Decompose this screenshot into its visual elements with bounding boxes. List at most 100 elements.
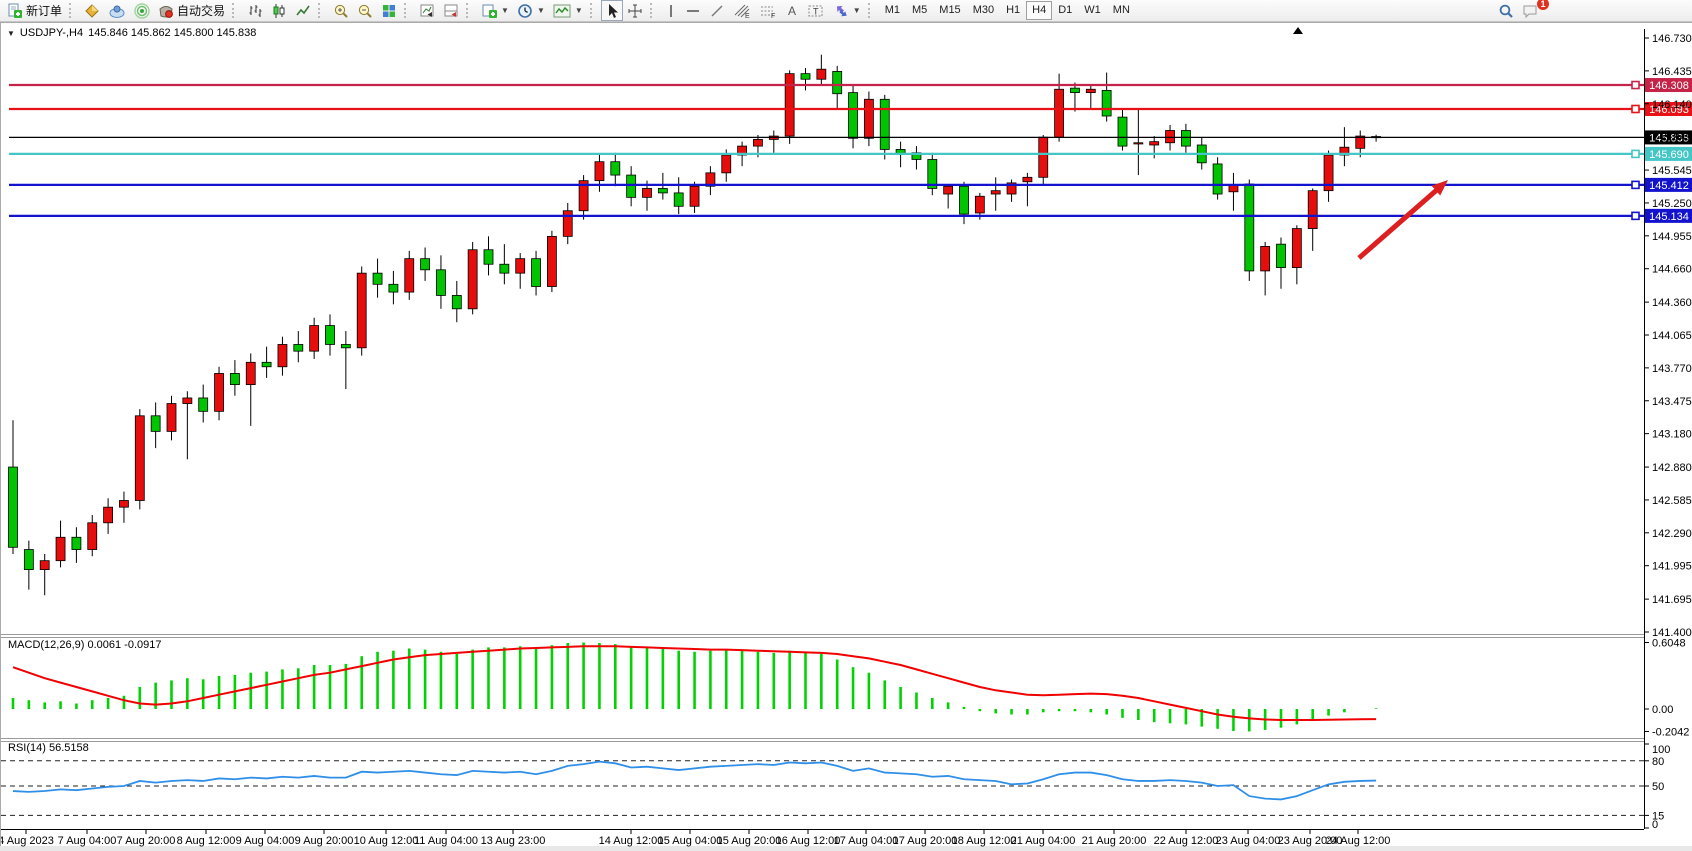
- price-badge-label: 145.690: [1649, 149, 1689, 161]
- cursor-button[interactable]: [601, 0, 623, 21]
- rsi-indicator-label: RSI(14) 56.5158: [8, 742, 89, 754]
- candle-body: [88, 523, 97, 550]
- candle-body: [1213, 164, 1222, 194]
- line-handle[interactable]: [1632, 150, 1639, 157]
- gold-box-button[interactable]: [80, 0, 104, 21]
- rsi-layer: 1008050150: [1, 744, 1670, 831]
- toolbar-grip: [868, 3, 876, 18]
- shapes-button[interactable]: ▼: [829, 0, 865, 21]
- main-chart-canvas[interactable]: 146.308146.093145.838145.690145.412145.1…: [1, 23, 1692, 847]
- candle-body: [658, 188, 667, 192]
- candle-body: [991, 191, 1000, 194]
- trend-arrow-shaft[interactable]: [1359, 188, 1439, 258]
- zoom-in-icon: [333, 3, 349, 19]
- tab-timeframe-d1[interactable]: D1: [1052, 1, 1078, 20]
- date-axis-label: 22 Aug 12:00: [1154, 835, 1219, 847]
- vertical-line-button[interactable]: [661, 0, 681, 21]
- macd-axis-label: 0.00: [1652, 704, 1673, 716]
- new-order-label: 新订单: [26, 2, 62, 19]
- indicators-button[interactable]: [415, 0, 439, 21]
- bar-chart-button[interactable]: [243, 0, 267, 21]
- candle-body: [960, 186, 969, 214]
- date-axis-label: 13 Aug 23:00: [481, 835, 546, 847]
- candle-body: [722, 155, 731, 173]
- template-button[interactable]: ▼: [549, 0, 587, 21]
- line-handle[interactable]: [1632, 212, 1639, 219]
- channel-button[interactable]: F: [755, 0, 781, 21]
- candle-body: [199, 398, 208, 411]
- trendline-button[interactable]: [705, 0, 729, 21]
- clock-button[interactable]: ▼: [513, 0, 549, 21]
- date-axis-label: 7 Aug 04:00: [58, 835, 117, 847]
- date-axis-label: 16 Aug 12:00: [776, 835, 841, 847]
- cloud-user-icon: [108, 3, 126, 19]
- date-axis-label: 11 Aug 04:00: [414, 835, 478, 847]
- candle-body: [278, 344, 287, 366]
- bar-chart-icon: [247, 3, 263, 19]
- price-badge-label: 146.308: [1649, 80, 1689, 92]
- signal-button[interactable]: [130, 0, 154, 21]
- fibonacci-icon: E: [733, 3, 751, 19]
- candle-body: [674, 193, 683, 206]
- candle-body: [262, 362, 271, 366]
- tab-timeframe-m5[interactable]: M5: [906, 1, 933, 20]
- gold-box-icon: [84, 3, 100, 19]
- line-handle[interactable]: [1632, 105, 1639, 112]
- price-tick-label: 144.955: [1652, 231, 1692, 243]
- zoom-in-button[interactable]: [329, 0, 353, 21]
- line-handle[interactable]: [1632, 82, 1639, 89]
- fibonacci-button[interactable]: E: [729, 0, 755, 21]
- tab-timeframe-h4[interactable]: H4: [1026, 1, 1052, 20]
- horizontal-line-button[interactable]: [681, 0, 705, 21]
- line-chart-button[interactable]: [291, 0, 315, 21]
- toolbar-grip: [650, 3, 658, 18]
- tab-timeframe-m15[interactable]: M15: [933, 1, 966, 20]
- candle-body: [1181, 130, 1190, 146]
- chevron-down-icon: ▼: [575, 6, 583, 15]
- timeframe-bar: M1M5M15M30H1H4D1W1MN: [879, 1, 1136, 20]
- trendline-icon: [709, 3, 725, 19]
- horizontal-line-icon: [685, 3, 701, 19]
- date-axis-label: 9 Aug 04:00: [236, 835, 295, 847]
- zoom-out-button[interactable]: [353, 0, 377, 21]
- text-button[interactable]: A: [781, 0, 803, 21]
- cloud-user-button[interactable]: [104, 0, 130, 21]
- axis-layer: 146.730146.435146.140145.845145.545145.2…: [1, 27, 1692, 847]
- tab-timeframe-h1[interactable]: H1: [1000, 1, 1026, 20]
- price-tick-label: 144.065: [1652, 330, 1692, 342]
- price-tick-label: 143.180: [1652, 429, 1692, 441]
- price-badge-label: 145.412: [1649, 180, 1689, 192]
- new-order-button[interactable]: 新订单: [3, 0, 66, 21]
- new-chart-button[interactable]: ▼: [477, 0, 513, 21]
- rsi-axis-label: 80: [1652, 756, 1664, 768]
- macd-indicator-label: MACD(12,26,9) 0.0061 -0.0917: [8, 639, 162, 651]
- candle-body: [56, 537, 65, 560]
- price-tick-label: 143.475: [1652, 396, 1692, 408]
- line-handle[interactable]: [1632, 181, 1639, 188]
- candle-body: [516, 259, 525, 273]
- collapse-triangle-icon[interactable]: ▼: [7, 29, 15, 38]
- price-badge-label: 145.134: [1649, 211, 1689, 223]
- candle-body: [833, 71, 842, 93]
- tile-windows-button[interactable]: [377, 0, 401, 21]
- date-axis-label: 24 Aug 12:00: [1326, 835, 1391, 847]
- price-tick-label: 144.660: [1652, 264, 1692, 276]
- candle-body: [484, 250, 493, 264]
- tab-timeframe-m1[interactable]: M1: [879, 1, 906, 20]
- label-button[interactable]: T: [803, 0, 829, 21]
- tab-timeframe-mn[interactable]: MN: [1107, 1, 1136, 20]
- candle-body: [167, 404, 176, 432]
- chat-button[interactable]: 1: [1518, 0, 1543, 21]
- shapes-icon: [833, 3, 849, 19]
- price-tick-label: 146.140: [1652, 99, 1692, 111]
- macd-axis-label: -0.2042: [1652, 726, 1689, 738]
- candle-body: [246, 362, 255, 384]
- indicator-window-button[interactable]: [439, 0, 463, 21]
- candle-body: [326, 326, 335, 345]
- crosshair-button[interactable]: [623, 0, 647, 21]
- candlestick-chart-button[interactable]: [267, 0, 291, 21]
- tab-timeframe-w1[interactable]: W1: [1078, 1, 1107, 20]
- search-button[interactable]: [1494, 0, 1518, 21]
- tab-timeframe-m30[interactable]: M30: [967, 1, 1000, 20]
- auto-trading-button[interactable]: 自动交易: [154, 0, 229, 21]
